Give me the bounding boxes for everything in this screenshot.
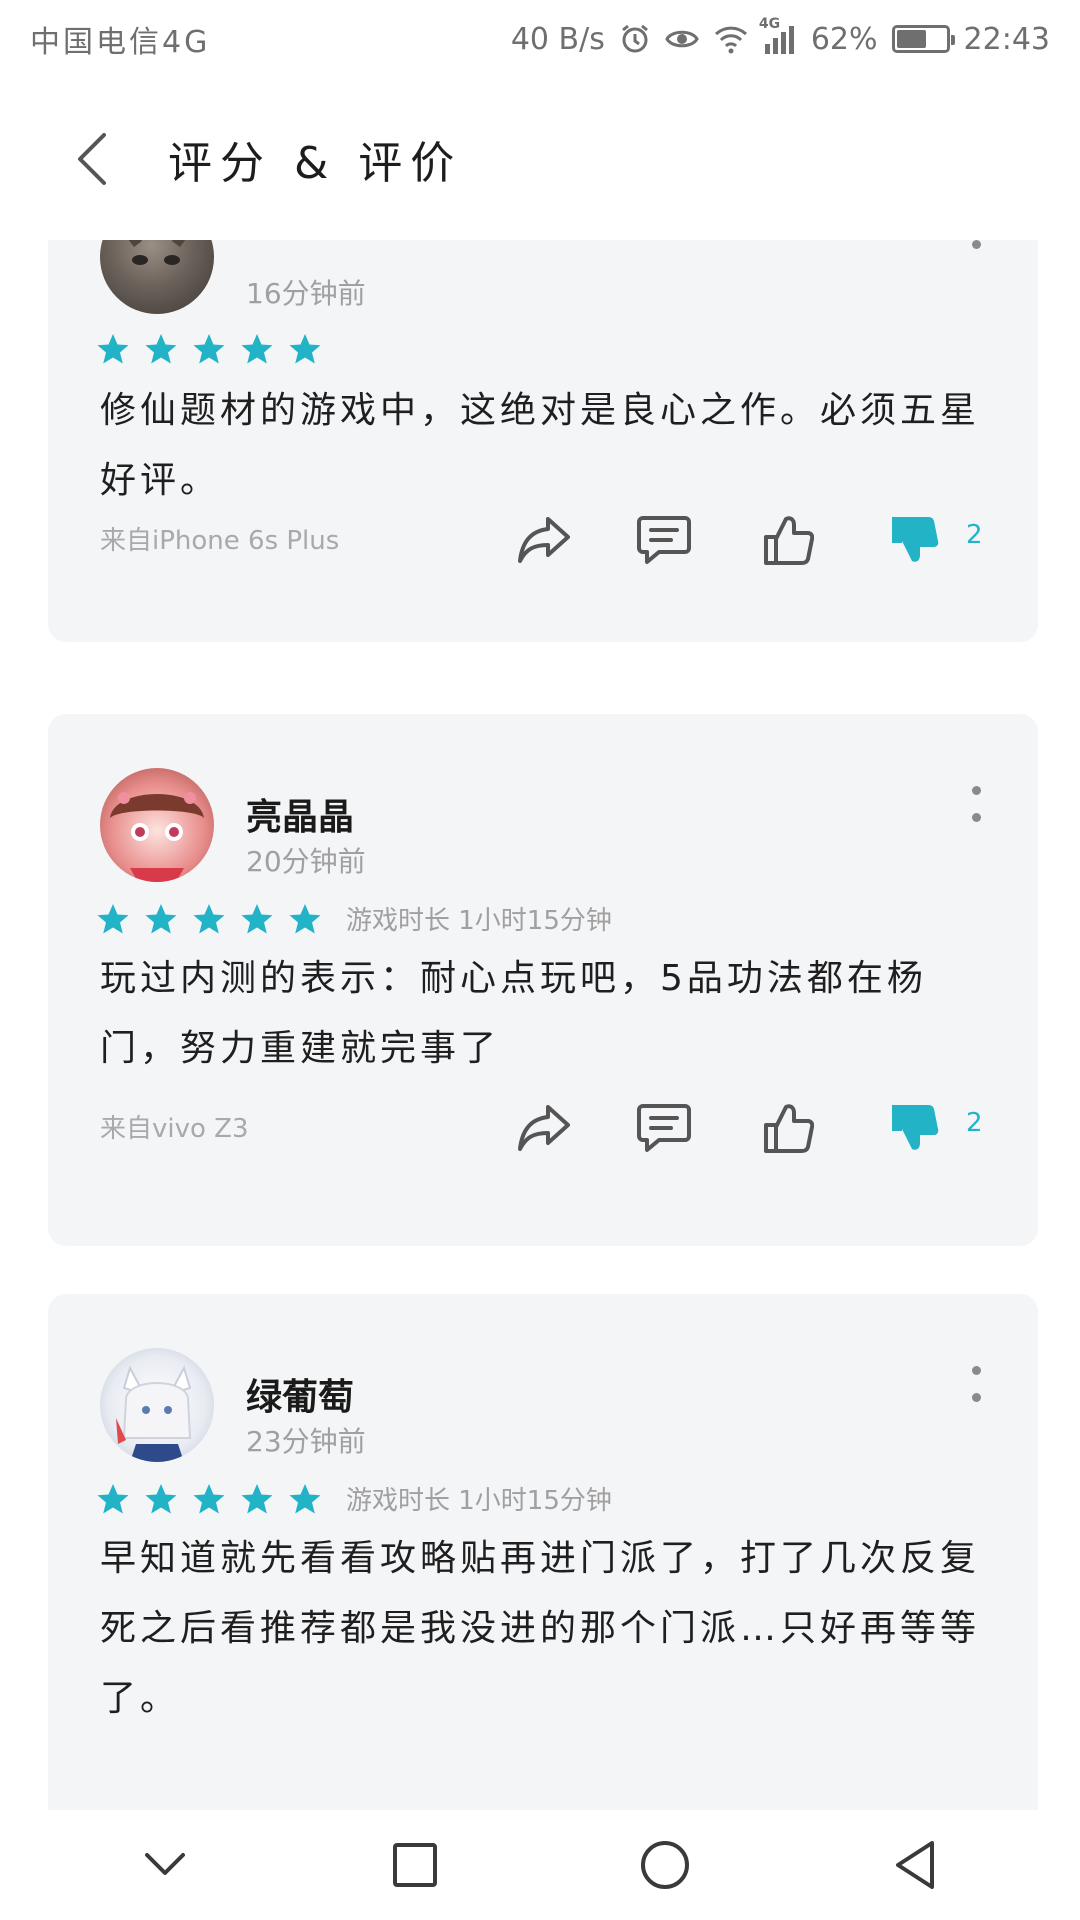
star-icon [241, 903, 273, 933]
review-time: 23分钟前 [246, 1425, 366, 1458]
network-badge: 4G [758, 16, 781, 32]
star-icon [97, 334, 129, 364]
avatar[interactable] [100, 768, 214, 882]
review-list[interactable]: 16分钟前 修仙题材的游戏中，这绝对是良心之作。必须五星好评。 来自iPhone… [0, 240, 1080, 1810]
review-time: 16分钟前 [246, 277, 366, 310]
star-icon [97, 903, 129, 933]
star-icon [145, 334, 177, 364]
share-icon[interactable] [514, 1098, 574, 1158]
recents-square-icon[interactable] [375, 1825, 455, 1905]
dislike-count: 2 [966, 520, 983, 550]
comment-icon[interactable] [634, 510, 694, 570]
review-card: 16分钟前 修仙题材的游戏中，这绝对是良心之作。必须五星好评。 来自iPhone… [48, 240, 1038, 642]
home-circle-icon[interactable] [625, 1825, 705, 1905]
carrier-label: 中国电信4G [30, 25, 211, 60]
thumbs-down-icon[interactable] [884, 1098, 944, 1158]
network-speed: 40 B/s [510, 21, 605, 57]
battery-percent: 62% [810, 21, 878, 57]
star-icon [289, 903, 321, 933]
page-title: 评分 & 评价 [168, 138, 463, 189]
star-icon [289, 1483, 321, 1513]
thumbs-up-icon[interactable] [758, 510, 818, 570]
review-text: 修仙题材的游戏中，这绝对是良心之作。必须五星好评。 [100, 390, 981, 501]
back-triangle-icon[interactable] [875, 1825, 955, 1905]
star-icon [193, 1483, 225, 1513]
cell-signal-icon: 4G [759, 16, 797, 54]
eye-icon [665, 25, 699, 53]
system-nav-bar [0, 1810, 1080, 1920]
avatar[interactable] [100, 240, 214, 314]
star-icon [145, 1483, 177, 1513]
review-text: 玩过内测的表示：耐心点玩吧，5品功法都在杨门，努力重建就完事了 [100, 958, 927, 1069]
dislike-count: 2 [966, 1108, 983, 1138]
star-icon [241, 334, 273, 364]
back-chevron-icon[interactable] [64, 132, 118, 186]
star-rating: 游戏时长 1小时15分钟 [96, 1480, 612, 1517]
playtime-label: 游戏时长 1小时15分钟 [346, 1486, 612, 1516]
username: 亮晶晶 [246, 797, 355, 838]
star-rating: 游戏时长 1小时15分钟 [96, 900, 612, 937]
star-icon [145, 903, 177, 933]
star-rating [96, 332, 336, 366]
battery-icon [891, 25, 955, 53]
star-icon [193, 334, 225, 364]
review-card: 亮晶晶 20分钟前 游戏时长 1小时15分钟 玩过内测的表示：耐心点玩吧，5品功… [48, 714, 1038, 1246]
more-vertical-icon[interactable] [966, 240, 986, 250]
more-vertical-icon[interactable] [966, 786, 986, 822]
review-text: 早知道就先看看攻略贴再进门派了，打了几次反复死之后看推荐都是我没进的那个门派…只… [100, 1538, 981, 1719]
app-header: 评分 & 评价 [0, 78, 1080, 240]
username: 绿葡萄 [246, 1377, 355, 1418]
device-label: 来自iPhone 6s Plus [100, 526, 340, 556]
playtime-label: 游戏时长 1小时15分钟 [346, 906, 612, 936]
star-icon [97, 1483, 129, 1513]
star-icon [193, 903, 225, 933]
comment-icon[interactable] [634, 1098, 694, 1158]
star-icon [241, 1483, 273, 1513]
star-icon [289, 334, 321, 364]
more-vertical-icon[interactable] [966, 1366, 986, 1402]
device-label: 来自vivo Z3 [100, 1114, 249, 1144]
avatar[interactable] [100, 1348, 214, 1462]
review-time: 20分钟前 [246, 845, 366, 878]
wifi-icon [713, 24, 749, 54]
chevron-down-icon[interactable] [125, 1825, 205, 1905]
thumbs-up-icon[interactable] [758, 1098, 818, 1158]
status-bar: 中国电信4G 40 B/s 4G 62% 22:43 [0, 0, 1080, 78]
review-card: 绿葡萄 23分钟前 游戏时长 1小时15分钟 早知道就先看看攻略贴再进门派了，打… [48, 1294, 1038, 1810]
alarm-icon [619, 23, 651, 55]
thumbs-down-icon[interactable] [884, 510, 944, 570]
share-icon[interactable] [514, 510, 574, 570]
clock: 22:43 [963, 21, 1050, 57]
